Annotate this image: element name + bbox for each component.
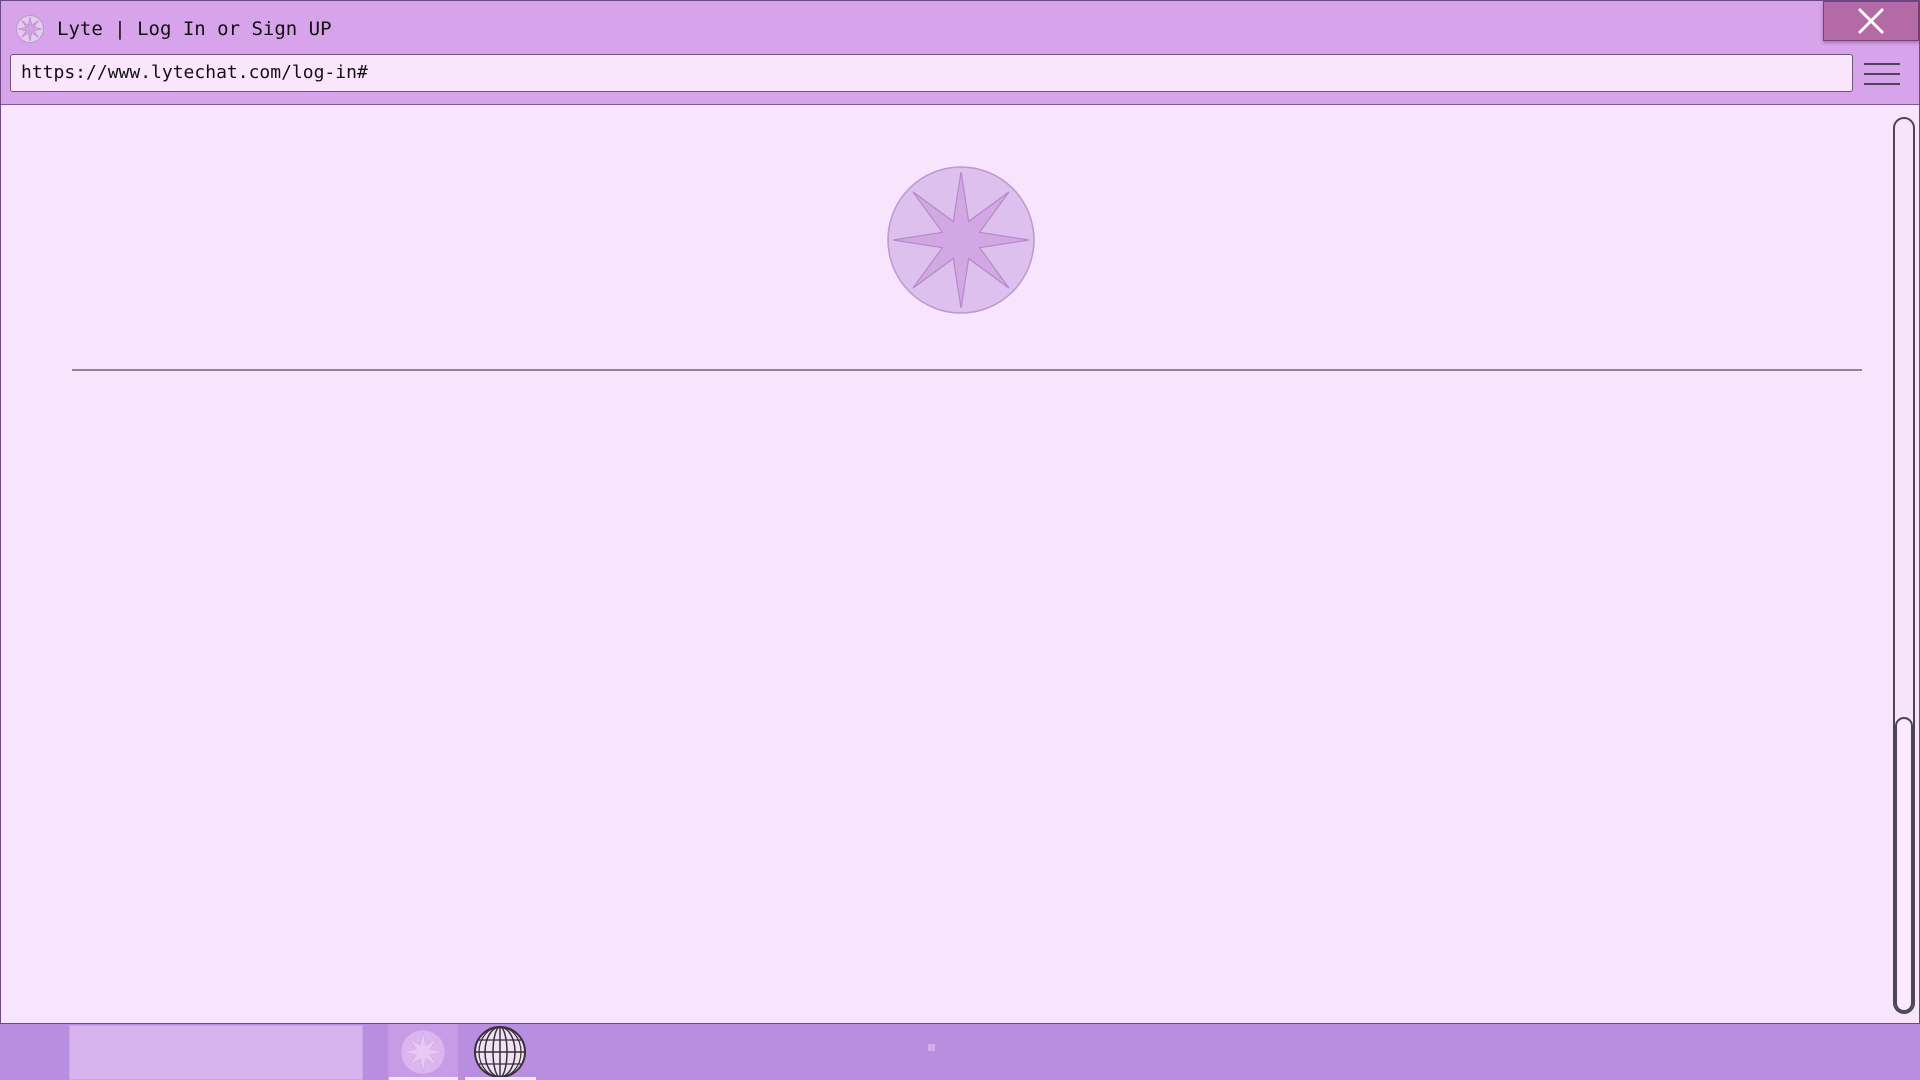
close-button[interactable]: [1823, 1, 1919, 41]
page-content: [2, 105, 1892, 1023]
title-bar: Lyte | Log In or Sign UP: [1, 1, 1919, 52]
taskbar-app-browser[interactable]: [464, 1024, 536, 1080]
globe-icon: [474, 1026, 526, 1078]
scrollbar-thumb[interactable]: [1895, 717, 1913, 1012]
taskbar-indicator-dot: [928, 1044, 935, 1051]
section-divider: [72, 369, 1862, 371]
lyte-star-icon: [400, 1029, 446, 1075]
lyte-star-logo: [887, 166, 1035, 314]
browser-toolbar: https://www.lytechat.com/log-in#: [1, 52, 1919, 105]
taskbar: [0, 1024, 1920, 1080]
taskbar-app-lyte[interactable]: [388, 1024, 458, 1080]
url-bar[interactable]: https://www.lytechat.com/log-in#: [10, 54, 1853, 92]
hamburger-menu-icon[interactable]: [1861, 57, 1903, 91]
close-icon: [1857, 7, 1885, 35]
vertical-scrollbar[interactable]: [1893, 117, 1915, 1014]
window-title: Lyte | Log In or Sign UP: [57, 18, 332, 40]
browser-window: Lyte | Log In or Sign UP https://www.lyt…: [0, 0, 1920, 1024]
taskbar-search-box[interactable]: [69, 1025, 363, 1080]
lyte-star-icon: [16, 15, 44, 43]
